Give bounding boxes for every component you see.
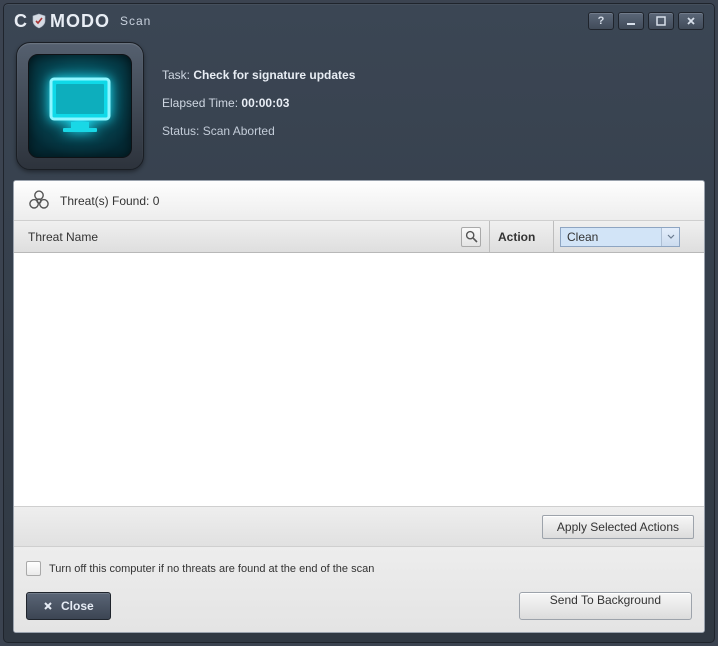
- help-button[interactable]: ?: [588, 12, 614, 30]
- threat-name-header-label: Threat Name: [28, 230, 98, 244]
- column-threat-name: Threat Name: [14, 221, 490, 252]
- apply-actions-row: Apply Selected Actions: [14, 506, 704, 546]
- scan-info: Task: Check for signature updates Elapse…: [162, 42, 702, 170]
- turn-off-checkbox[interactable]: [26, 561, 41, 576]
- action-dropdown[interactable]: Clean: [560, 227, 680, 247]
- column-action-select: Clean: [554, 221, 704, 252]
- window-subtitle: Scan: [120, 14, 151, 28]
- shield-icon: [31, 13, 47, 29]
- task-value: Check for signature updates: [193, 68, 355, 82]
- titlebar: C MODO Scan ?: [4, 4, 714, 38]
- panel-footer: Turn off this computer if no threats are…: [14, 546, 704, 632]
- search-icon: [465, 230, 478, 243]
- close-icon: [43, 601, 53, 611]
- send-bg-button-label: Send To Background: [550, 593, 661, 607]
- apply-button-label: Apply Selected Actions: [557, 520, 679, 534]
- status-value: Scan Aborted: [203, 124, 275, 138]
- search-button[interactable]: [461, 227, 481, 247]
- elapsed-label: Elapsed Time:: [162, 96, 238, 110]
- close-button[interactable]: Close: [26, 592, 111, 620]
- close-button-label: Close: [61, 599, 94, 613]
- monitor-icon: [28, 54, 132, 158]
- results-panel: Threat(s) Found: 0 Threat Name Action: [13, 180, 705, 633]
- elapsed-value: 00:00:03: [241, 96, 289, 110]
- results-table-header: Threat Name Action Clean: [14, 221, 704, 253]
- minimize-button[interactable]: [618, 12, 644, 30]
- results-table-body: [14, 253, 704, 506]
- threats-found-text: Threat(s) Found: 0: [60, 194, 159, 208]
- close-window-button[interactable]: [678, 12, 704, 30]
- biohazard-icon: [28, 190, 50, 212]
- window-controls: ?: [588, 12, 704, 30]
- footer-buttons: Close Send To Background: [26, 592, 692, 620]
- brand-c: C: [14, 11, 28, 32]
- action-dropdown-value: Clean: [561, 230, 661, 244]
- threats-summary-bar: Threat(s) Found: 0: [14, 181, 704, 221]
- chevron-down-icon: [661, 228, 679, 246]
- send-to-background-button[interactable]: Send To Background: [519, 592, 692, 620]
- action-header-label: Action: [498, 230, 535, 244]
- app-logo: C MODO Scan: [14, 11, 151, 32]
- maximize-button[interactable]: [648, 12, 674, 30]
- scan-window: C MODO Scan ?: [3, 3, 715, 643]
- threats-found-label: Threat(s) Found:: [60, 194, 149, 208]
- scan-header: Task: Check for signature updates Elapse…: [4, 38, 714, 180]
- turn-off-label: Turn off this computer if no threats are…: [49, 563, 374, 575]
- scan-badge: [16, 42, 144, 170]
- turn-off-row: Turn off this computer if no threats are…: [26, 561, 692, 576]
- apply-selected-actions-button[interactable]: Apply Selected Actions: [542, 515, 694, 539]
- brand-rest: MODO: [50, 11, 110, 32]
- status-label: Status:: [162, 124, 199, 138]
- task-label: Task:: [162, 68, 190, 82]
- column-action: Action: [490, 221, 554, 252]
- threats-found-count: 0: [153, 194, 160, 208]
